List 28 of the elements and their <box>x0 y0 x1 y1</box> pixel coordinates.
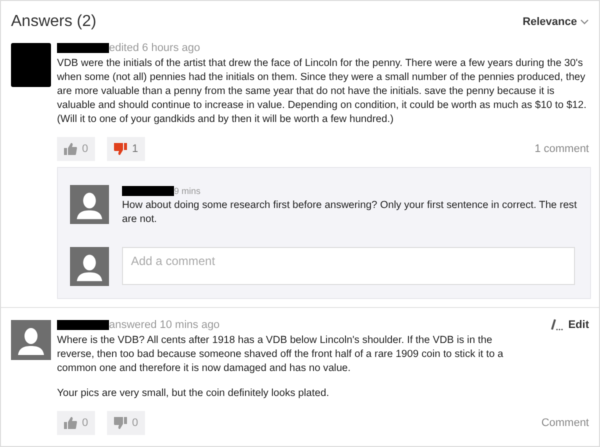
answer-meta: answered 10 mins ago <box>109 319 220 331</box>
thumbs-down-icon <box>114 417 127 429</box>
upvote-button[interactable]: 0 <box>57 137 95 161</box>
avatar-icon <box>70 185 109 224</box>
downvote-button[interactable]: 0 <box>107 411 145 435</box>
downvote-button[interactable]: 1 <box>107 137 145 161</box>
edit-button[interactable]: Edit <box>550 319 591 331</box>
avatar-icon <box>70 247 109 286</box>
comment-link[interactable]: 1 comment <box>534 143 591 155</box>
thumbs-up-icon <box>64 417 77 429</box>
answer-text: Where is the VDB? All cents after 1918 has a VDB below Lincoln's shoulder. If the VDB is in the reverse, then too bad because someone shaved off the front half of a rare 1909 coin to stick it to a common one and therefore it is now damaged and has no value. <box>57 334 504 376</box>
answer-text: Your pics are very small, but the coin definitely looks plated. <box>57 387 330 401</box>
pencil-icon <box>550 319 564 331</box>
comment-link[interactable]: Comment <box>541 417 591 429</box>
thumbs-down-icon <box>114 143 127 155</box>
redaction-bar <box>122 186 174 196</box>
thumbs-up-icon <box>64 143 77 155</box>
chevron-icon <box>580 19 589 25</box>
comment-time: 9 mins <box>174 186 201 196</box>
comment-text: How about doing some research first before answering? Only your first sentence in correct. The rest are not. <box>122 199 578 227</box>
redaction-bar <box>57 43 109 53</box>
upvote-button[interactable]: 0 <box>57 411 95 435</box>
answer-meta: edited 6 hours ago <box>109 42 200 54</box>
comment-field[interactable]: Add a comment <box>122 247 575 285</box>
section-title: Answers (2) <box>11 13 96 31</box>
sort-dropdown[interactable]: Relevance <box>522 16 589 28</box>
redaction-bar <box>57 320 109 330</box>
answer-text: VDB were the initials of the artist that drew the face of Lincoln for the penny. There were a few years during the 30's when some (not all) pennies had the initials on them. Since they were a small number of the pennies produced, they are more valuable than a penny from the same year that do not have the initials. save the penny because it is valuable and should continue to increase in value. Depending on condition, it could be worth as much as $10 to $12. (Will it to one of your gandkids and by then it will be worth a few hundred.) <box>57 57 588 127</box>
